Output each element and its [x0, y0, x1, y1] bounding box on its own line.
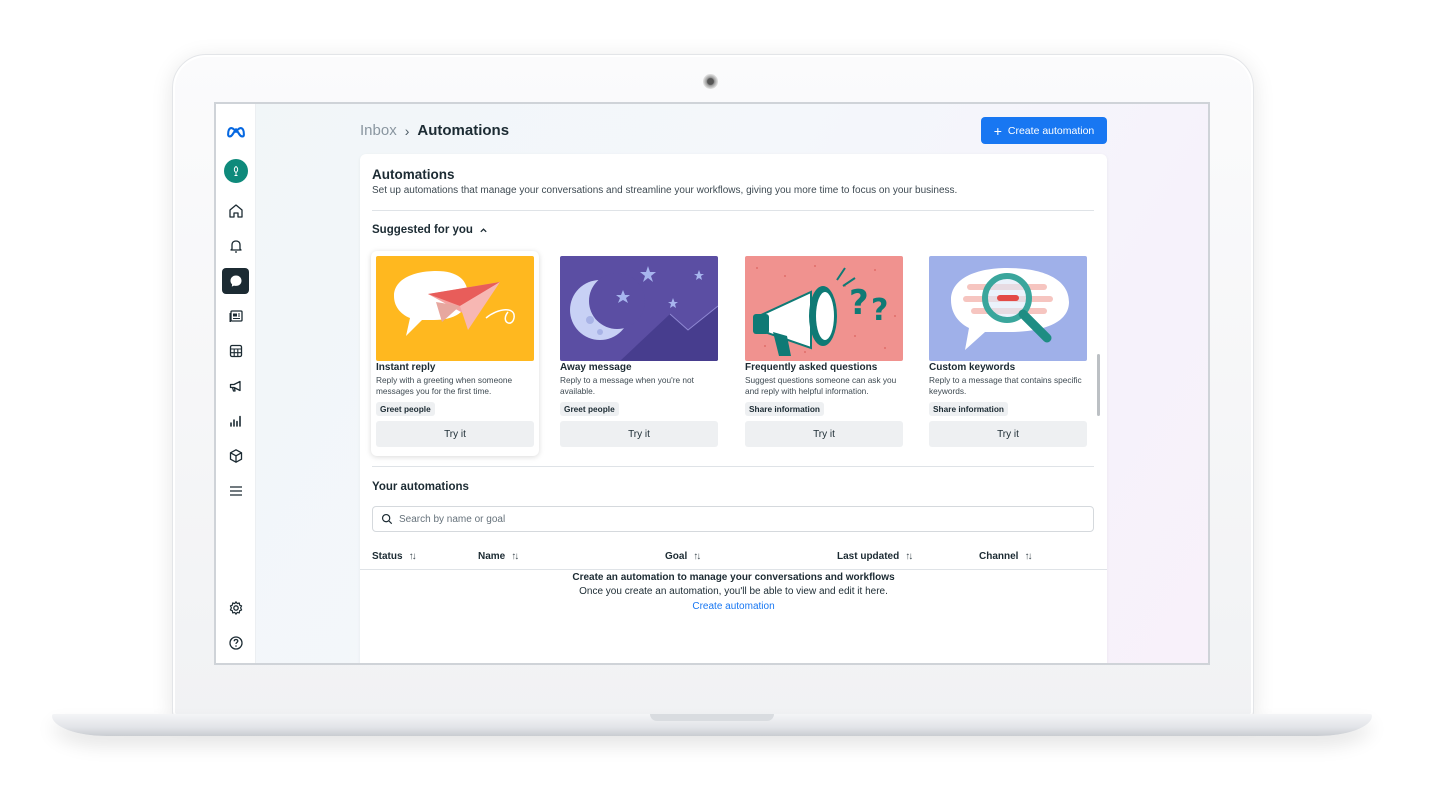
automations-panel: Automations Set up automations that mana…: [360, 154, 1107, 663]
menu-icon[interactable]: [224, 479, 248, 503]
card-description: Reply with a greeting when someone messa…: [376, 375, 513, 396]
screen: Inbox › Automations + Create automation …: [214, 102, 1210, 665]
card-tag: Greet people: [560, 402, 619, 416]
search-box[interactable]: [372, 506, 1094, 532]
help-icon[interactable]: [224, 631, 248, 655]
suggestion-card-instant-reply[interactable]: Instant reply Reply with a greeting when…: [371, 251, 539, 456]
plus-icon: +: [993, 122, 1002, 139]
breadcrumb: Inbox › Automations: [360, 122, 509, 139]
suggestion-card-away-message[interactable]: Away message Reply to a message when you…: [555, 251, 723, 456]
bell-icon[interactable]: [224, 234, 248, 258]
card-title: Instant reply: [376, 362, 436, 373]
card-description: Reply to a message that contains specifi…: [929, 375, 1082, 396]
try-it-button[interactable]: Try it: [376, 421, 534, 447]
card-title: Custom keywords: [929, 362, 1016, 373]
create-automation-button[interactable]: + Create automation: [981, 117, 1107, 144]
megaphone-icon[interactable]: [224, 374, 248, 398]
suggestion-card-custom-keywords[interactable]: Custom keywords Reply to a message that …: [924, 251, 1092, 456]
empty-state-description: Once you create an automation, you'll be…: [579, 586, 888, 597]
home-icon[interactable]: [224, 199, 248, 223]
column-header-last-updated[interactable]: Last updated ↑↓: [837, 551, 913, 562]
column-header-name[interactable]: Name ↑↓: [478, 551, 519, 562]
column-label: Goal: [665, 551, 688, 562]
sort-icon: ↑↓: [408, 551, 417, 562]
faq-illustration: ? ?: [745, 256, 903, 361]
divider: [372, 466, 1094, 467]
search-icon: [381, 513, 393, 525]
card-tag: Greet people: [376, 402, 435, 416]
meta-logo-icon[interactable]: [224, 119, 248, 143]
suggested-toggle[interactable]: Suggested for you: [372, 224, 488, 236]
custom-keywords-illustration: [929, 256, 1087, 361]
card-description: Reply to a message when you're not avail…: [560, 375, 694, 396]
table-icon[interactable]: [224, 339, 248, 363]
create-automation-link[interactable]: Create automation: [360, 601, 1107, 612]
column-header-channel[interactable]: Channel ↑↓: [979, 551, 1032, 562]
chat-icon[interactable]: [222, 268, 249, 294]
create-automation-label: Create automation: [1007, 124, 1095, 137]
panel-title: Automations: [372, 167, 455, 182]
card-title: Away message: [560, 362, 632, 373]
column-header-goal[interactable]: Goal ↑↓: [665, 551, 701, 562]
column-label: Channel: [979, 551, 1019, 562]
svg-text:?: ?: [849, 283, 869, 323]
svg-text:?: ?: [871, 293, 888, 328]
chevron-up-icon: [480, 227, 487, 232]
insights-icon[interactable]: [224, 409, 248, 433]
column-label: Status: [372, 551, 403, 562]
sort-icon: ↑↓: [693, 551, 701, 562]
panel-description: Set up automations that manage your conv…: [372, 185, 958, 196]
sort-icon: ↑↓: [511, 551, 519, 562]
column-header-status[interactable]: Status ↑↓: [372, 551, 417, 562]
card-tag: Share information: [929, 402, 1008, 416]
posts-icon[interactable]: [224, 304, 248, 328]
breadcrumb-separator: ›: [404, 122, 410, 139]
scrollbar[interactable]: [1097, 354, 1100, 416]
sort-icon: ↑↓: [1024, 551, 1032, 562]
card-title: Frequently asked questions: [745, 362, 878, 373]
settings-icon[interactable]: [224, 596, 248, 620]
suggested-heading: Suggested for you: [372, 224, 473, 236]
page-title: Automations: [417, 122, 510, 139]
camera: [703, 74, 718, 89]
breadcrumb-inbox[interactable]: Inbox: [360, 122, 397, 139]
instant-reply-illustration: [376, 256, 534, 361]
column-label: Name: [478, 551, 506, 562]
laptop-notch: [650, 714, 774, 721]
try-it-button[interactable]: Try it: [745, 421, 903, 447]
try-it-button[interactable]: Try it: [929, 421, 1087, 447]
away-message-illustration: [560, 256, 718, 361]
table-divider: [360, 569, 1107, 570]
your-automations-heading: Your automations: [372, 481, 469, 493]
suggestion-card-faq[interactable]: ? ? Frequently asked questions Suggest q…: [740, 251, 908, 456]
column-label: Last updated: [837, 551, 900, 562]
card-description: Suggest questions someone can ask you an…: [745, 375, 897, 396]
avatar[interactable]: [224, 159, 248, 183]
card-tag: Share information: [745, 402, 824, 416]
divider: [372, 210, 1094, 211]
search-input[interactable]: [399, 513, 1079, 525]
sort-icon: ↑↓: [905, 551, 913, 562]
empty-state-title: Create an automation to manage your conv…: [572, 572, 895, 583]
try-it-button[interactable]: Try it: [560, 421, 718, 447]
box-icon[interactable]: [224, 444, 248, 468]
sidebar: [216, 104, 256, 663]
